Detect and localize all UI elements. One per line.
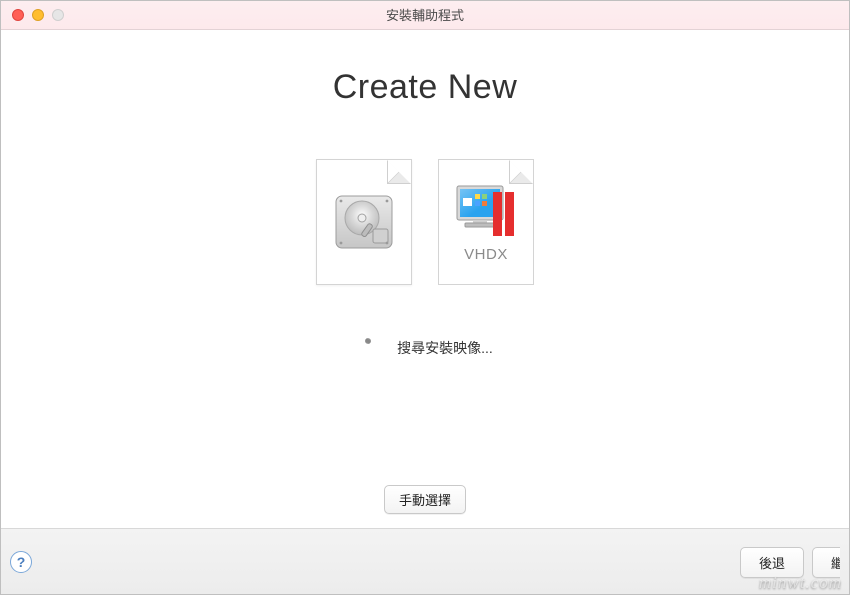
spinner-icon	[357, 337, 379, 359]
close-window-button[interactable]	[12, 9, 24, 21]
continue-button[interactable]: 繼續	[812, 547, 840, 578]
vhdx-label: VHDX	[464, 246, 508, 263]
vhdx-tile[interactable]: VHDX	[438, 159, 534, 285]
footer-bar: ? 後退 繼續	[0, 528, 850, 595]
zoom-window-button[interactable]	[52, 9, 64, 21]
window-controls	[0, 9, 64, 21]
minimize-window-button[interactable]	[32, 9, 44, 21]
titlebar: 安裝輔助程式	[0, 0, 850, 30]
source-options-row: VHDX	[316, 159, 534, 285]
status-text: 搜尋安裝映像...	[397, 338, 493, 358]
help-button[interactable]: ?	[10, 551, 32, 573]
content-area: Create New	[0, 30, 850, 528]
status-row: 搜尋安裝映像...	[357, 337, 493, 359]
footer-actions: 後退 繼續	[740, 547, 840, 578]
back-button[interactable]: 後退	[740, 547, 804, 578]
parallels-vhdx-icon	[453, 182, 519, 242]
blank-disk-tile[interactable]	[316, 159, 412, 285]
manual-select-button[interactable]: 手動選擇	[384, 485, 466, 514]
window-title: 安裝輔助程式	[0, 5, 850, 24]
hard-drive-icon	[333, 193, 395, 251]
page-heading: Create New	[333, 68, 518, 107]
manual-row: 手動選擇	[384, 485, 466, 514]
